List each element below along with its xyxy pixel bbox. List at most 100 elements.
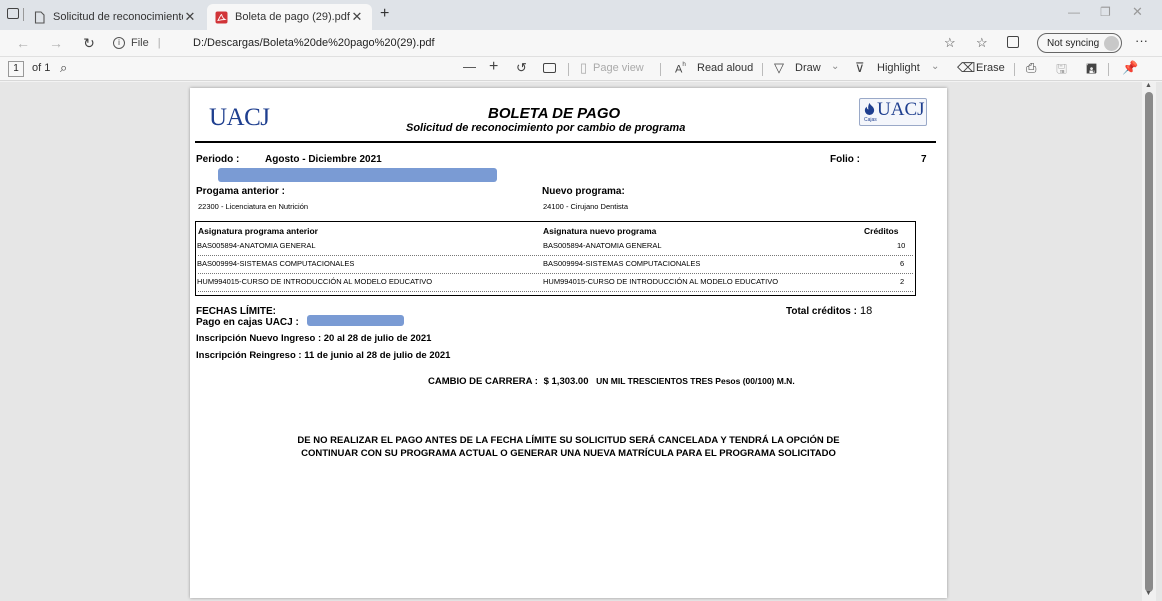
toolbar-separator (1014, 63, 1015, 76)
highlight-icon[interactable]: ⊽ (855, 60, 865, 76)
toolbar-separator (660, 63, 661, 76)
document-title: BOLETA DE PAGO (488, 105, 621, 122)
redacted-field (307, 315, 404, 326)
tab-separator (23, 8, 24, 21)
total-creditos-label: Total créditos : (786, 306, 857, 317)
pago-cajas-label: Pago en cajas UACJ : (196, 317, 299, 328)
uacj-cajas-logo: UACJ Cajas (859, 98, 927, 126)
table-cell: HUM994015-CURSO DE INTRODUCCIÓN AL MODEL… (197, 277, 433, 286)
page-icon (34, 10, 45, 24)
table-header: Créditos (864, 226, 899, 236)
periodo-value: Agosto - Diciembre 2021 (265, 154, 382, 165)
inscripcion-reingreso: Inscripción Reingreso : 11 de junio al 2… (196, 350, 451, 361)
periodo-label: Periodo : (196, 154, 240, 165)
info-icon: i (113, 37, 125, 49)
profile-sync-button[interactable]: Not syncing (1037, 33, 1122, 53)
table-cell: 10 (897, 241, 906, 250)
table-row: HUM994015-CURSO DE INTRODUCCIÓN AL MODEL… (196, 275, 915, 291)
tab-boleta-pdf[interactable]: Boleta de pago (29).pdf ✕ (207, 4, 372, 30)
tab-label: Boleta de pago (29).pdf (235, 11, 350, 23)
scroll-up-icon[interactable]: ▲ (1145, 82, 1152, 89)
forward-button[interactable]: → (47, 34, 65, 52)
favorites-icon[interactable]: ☆ (976, 35, 988, 51)
table-cell: BAS005894-ANATOMIA GENERAL (197, 241, 316, 250)
toolbar-separator (568, 63, 569, 76)
toolbar-separator (1108, 63, 1109, 76)
table-cell: HUM994015-CURSO DE INTRODUCCIÓN AL MODEL… (543, 277, 779, 286)
cambio-words: UN MIL TRESCIENTOS TRES Pesos (00/100) M… (596, 376, 795, 386)
pdf-page: UACJ BOLETA DE PAGO Solicitud de reconoc… (190, 88, 947, 598)
row-divider (198, 291, 913, 292)
pdf-icon (215, 11, 228, 23)
nuevo-programa-value: 24100 - Cirujano Dentista (543, 202, 629, 211)
nuevo-programa-label: Nuevo programa: (542, 186, 625, 197)
rotate-icon[interactable]: ↺ (516, 60, 527, 76)
row-divider (198, 273, 913, 274)
chevron-down-icon[interactable]: ⌄ (931, 61, 939, 72)
document-subtitle: Solicitud de reconocimiento por cambio d… (406, 122, 686, 134)
folio-label: Folio : (830, 154, 860, 165)
pin-toolbar-icon[interactable]: 📌 (1122, 60, 1138, 76)
chevron-down-icon[interactable]: ⌄ (831, 61, 839, 72)
search-icon[interactable]: ⌕ (60, 60, 67, 76)
table-header: Asignatura programa anterior (198, 226, 318, 236)
erase-icon[interactable]: ⌫ (957, 60, 975, 76)
page-number: 1 (13, 63, 19, 74)
aviso-line-2: CONTINUAR CON SU PROGRAMA ACTUAL O GENER… (301, 448, 836, 459)
new-tab-button[interactable]: + (380, 5, 389, 23)
minimize-button[interactable]: — (1068, 5, 1080, 19)
read-aloud-icon[interactable]: Aʰ (675, 60, 686, 76)
table-cell: 6 (900, 259, 905, 268)
inscripcion-nuevo-ingreso: Inscripción Nuevo Ingreso : 20 al 28 de … (196, 333, 432, 344)
url-separator: | (157, 37, 161, 49)
page-view-icon[interactable]: ▯ (580, 60, 587, 76)
restore-button[interactable]: ❐ (1100, 5, 1111, 19)
programa-anterior-value: 22300 - Licenciatura en Nutrición (198, 202, 309, 211)
cajas-sub-label: Cajas (864, 117, 877, 123)
scroll-thumb[interactable] (1145, 92, 1153, 592)
more-menu-icon[interactable]: ··· (1135, 33, 1148, 48)
header-rule (195, 141, 936, 143)
draw-button[interactable]: Draw (795, 62, 821, 74)
favorite-star-icon[interactable]: ☆ (944, 35, 956, 51)
highlight-button[interactable]: Highlight (877, 62, 920, 74)
save-icon[interactable]: 🖫 (1056, 60, 1067, 82)
zoom-out-icon[interactable]: — (463, 59, 476, 74)
page-total: of 1 (32, 62, 51, 74)
save-as-icon[interactable]: 🖪 (1086, 60, 1097, 82)
erase-button[interactable]: Erase (976, 62, 1005, 74)
row-divider (198, 255, 913, 256)
url-field[interactable]: D:/Descargas/Boleta%20de%20pago%20(29).p… (193, 37, 435, 49)
zoom-in-icon[interactable]: + (489, 58, 498, 76)
sync-label: Not syncing (1047, 37, 1100, 49)
folio-value: 7 (921, 154, 927, 165)
fechas-limite-label: FECHAS LÍMITE: (196, 306, 276, 317)
back-button[interactable]: ← (14, 34, 32, 52)
read-aloud-button[interactable]: Read aloud (697, 62, 753, 74)
cambio-amount: $ 1,303.00 (543, 376, 589, 387)
fit-page-icon[interactable] (543, 63, 556, 73)
close-icon[interactable]: ✕ (183, 9, 197, 25)
table-row: BAS005894-ANATOMIA GENERAL BAS005894-ANA… (196, 239, 915, 255)
close-window-button[interactable]: ✕ (1132, 4, 1143, 20)
toolbar-separator (762, 63, 763, 76)
collections-icon[interactable] (1007, 36, 1019, 48)
draw-icon[interactable]: ▽ (774, 60, 784, 76)
tab-label: Solicitud de reconocimiento (53, 11, 183, 23)
flame-icon (864, 102, 875, 115)
close-icon[interactable]: ✕ (350, 9, 364, 25)
table-row: BAS009994-SISTEMAS COMPUTACIONALES BAS00… (196, 257, 915, 273)
page-view-button[interactable]: Page view (593, 62, 644, 74)
print-icon[interactable]: ⎙ (1026, 60, 1036, 76)
asignaturas-table: Asignatura programa anterior Asignatura … (195, 221, 916, 296)
file-label: File (131, 37, 149, 49)
tab-actions-icon[interactable] (7, 8, 19, 19)
page-number-input[interactable]: 1 (8, 61, 24, 77)
scroll-down-icon[interactable]: ▼ (1145, 590, 1152, 597)
tab-bar: Solicitud de reconocimiento ✕ Boleta de … (0, 0, 1162, 30)
scrollbar[interactable]: ▲ ▼ (1142, 82, 1156, 601)
tab-solicitud[interactable]: Solicitud de reconocimiento ✕ (25, 4, 205, 30)
cambio-carrera-line: CAMBIO DE CARRERA : $ 1,303.00 UN MIL TR… (428, 376, 795, 387)
refresh-button[interactable]: ↻ (80, 34, 98, 52)
site-info-button[interactable]: i File | (113, 35, 161, 51)
